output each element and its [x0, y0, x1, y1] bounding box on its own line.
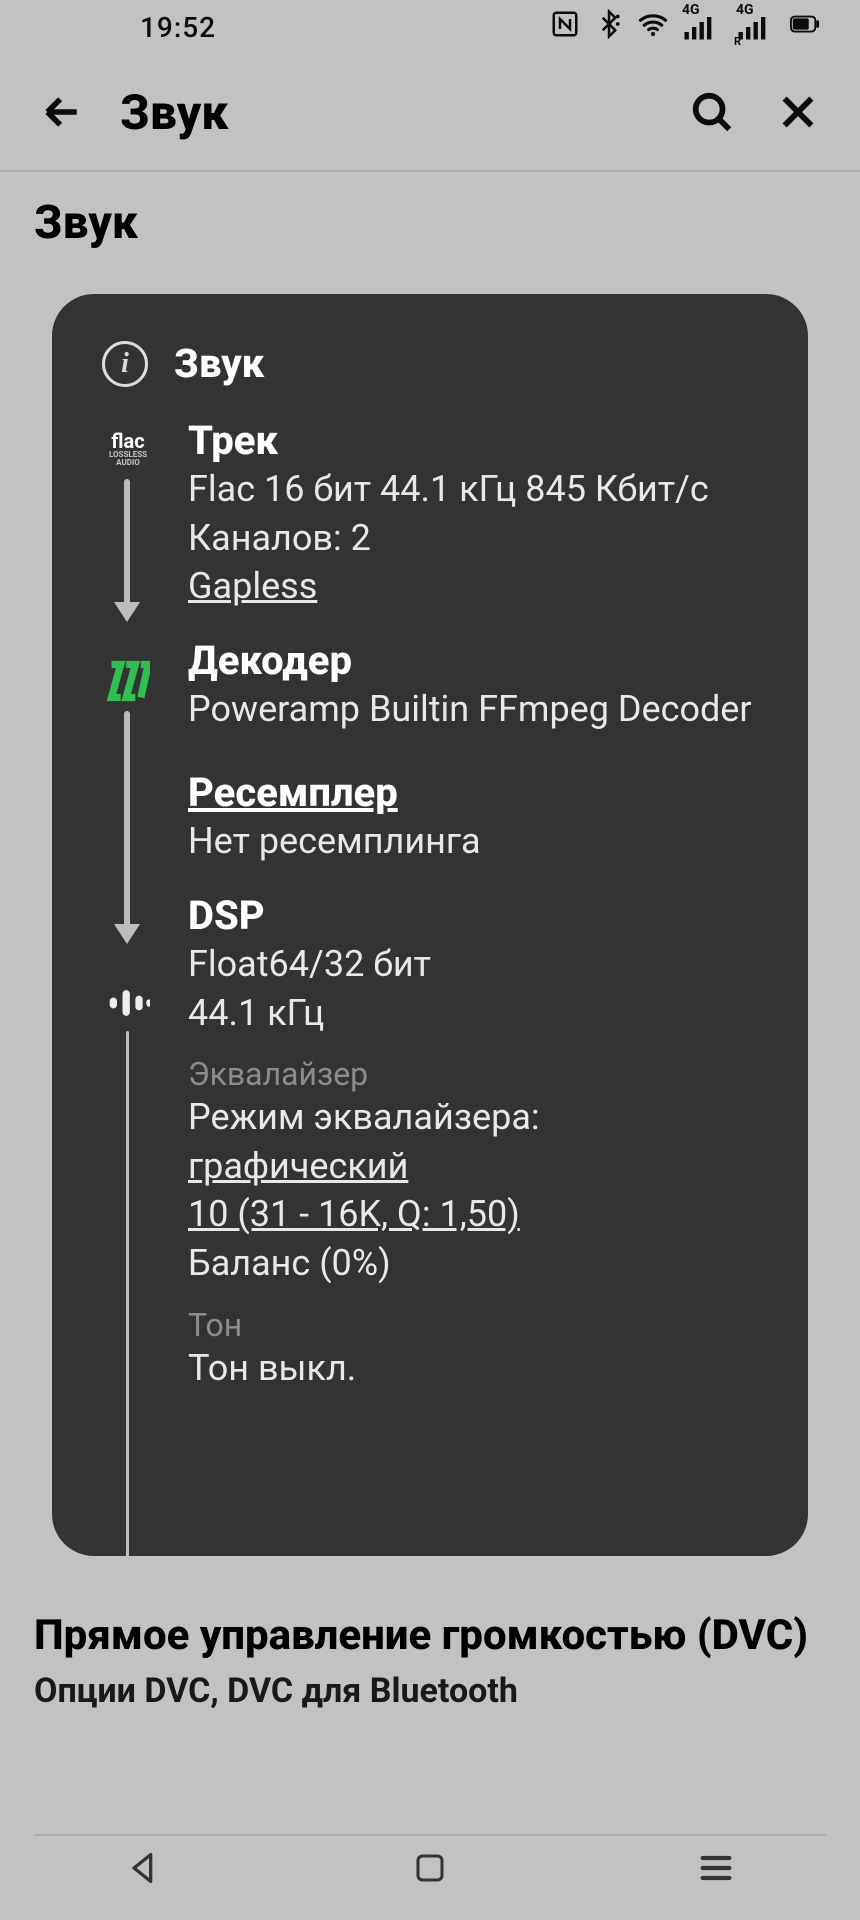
- dsp-eq-icon: [102, 977, 154, 1029]
- dsp-tone-status: Тон выкл.: [188, 1344, 758, 1393]
- dsp-eq-mode-label: Режим эквалайзера:: [188, 1093, 758, 1142]
- track-channels: Каналов: 2: [188, 514, 758, 563]
- dsp-node: DSP Float64/32 бит 44.1 кГц Эквалайзер Р…: [188, 892, 758, 1392]
- dsp-eq-bands-link[interactable]: 10 (31 - 16K, Q: 1,50): [188, 1190, 758, 1239]
- dsp-eq-mode-link[interactable]: графический: [188, 1142, 758, 1191]
- info-icon: i: [102, 341, 148, 387]
- resampler-status: Нет ресемплинга: [188, 817, 758, 866]
- decoder-name: Poweramp Builtin FFmpeg Decoder: [188, 685, 758, 734]
- decoder-title: Декодер: [188, 637, 758, 685]
- dsp-rate: 44.1 кГц: [188, 989, 758, 1038]
- chain-arrow-icon: [124, 711, 130, 941]
- dialog-title: Звук: [174, 340, 264, 387]
- dsp-format: Float64/32 бит: [188, 940, 758, 989]
- track-gapless-link[interactable]: Gapless: [188, 562, 758, 611]
- dsp-eq-section-label: Эквалайзер: [188, 1055, 758, 1093]
- chain-line: [126, 1031, 129, 1556]
- dsp-tone-section-label: Тон: [188, 1306, 758, 1344]
- dsp-balance: Баланс (0%): [188, 1239, 758, 1288]
- track-format: Flac 16 бит 44.1 кГц 845 Кбит/с: [188, 465, 758, 514]
- dsp-title: DSP: [188, 892, 758, 940]
- ffmpeg-icon: [102, 655, 154, 707]
- resampler-title-link[interactable]: Ресемплер: [188, 769, 758, 817]
- track-title: Трек: [188, 417, 758, 465]
- track-node: Трек Flac 16 бит 44.1 кГц 845 Кбит/с Кан…: [188, 417, 758, 611]
- resampler-node: Ресемплер Нет ресемплинга: [188, 769, 758, 866]
- audio-info-dialog[interactable]: i Звук flacLOSSLESS AUDIO Трек Flac 16 б…: [52, 294, 808, 1556]
- chain-arrow-icon: [124, 479, 130, 619]
- flac-icon: flacLOSSLESS AUDIO: [102, 423, 154, 475]
- decoder-node: Декодер Poweramp Builtin FFmpeg Decoder: [188, 637, 758, 734]
